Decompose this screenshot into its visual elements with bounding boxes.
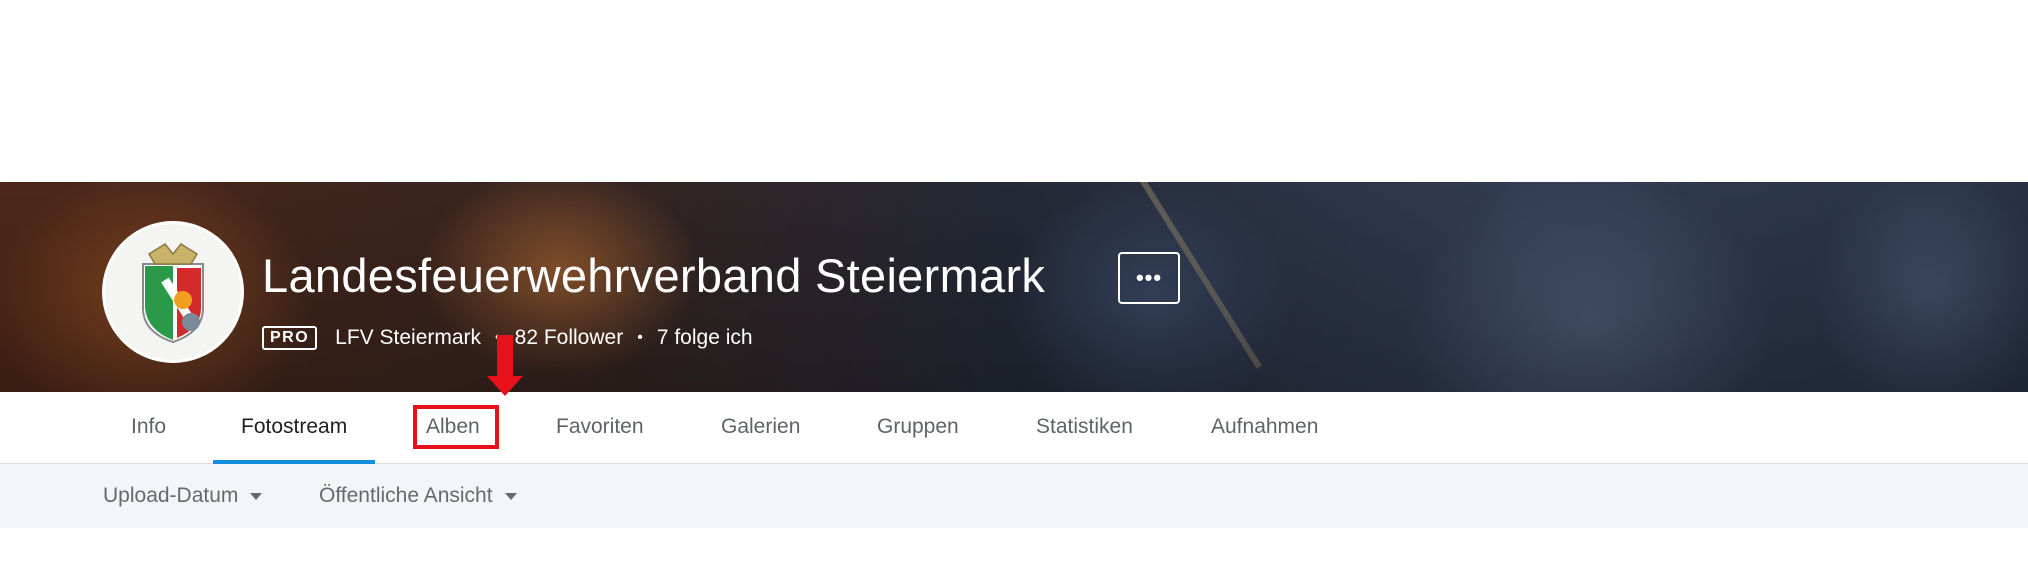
following-link[interactable]: 7 folge ich [657, 326, 753, 350]
username-link[interactable]: LFV Steiermark [335, 326, 481, 350]
followers-link[interactable]: 82 Follower [515, 326, 624, 350]
tab-fotostream[interactable]: Fotostream [213, 392, 376, 464]
profile-title: Landesfeuerwehrverband Steiermark [262, 249, 1046, 302]
filter-bar: Upload-Datum Öffentliche Ansicht [0, 464, 2028, 528]
arrow-down-icon [497, 335, 513, 377]
caret-down-icon [504, 492, 517, 500]
tab-gruppen[interactable]: Gruppen [877, 392, 959, 464]
tab-aufnahmen[interactable]: Aufnahmen [1211, 392, 1318, 464]
tab-favoriten[interactable]: Favoriten [556, 392, 644, 464]
more-horizontal-icon: ••• [1135, 265, 1163, 290]
annotation-highlight-box [413, 405, 499, 449]
arrow-down-icon-head [487, 376, 523, 396]
view-dropdown-label: Öffentliche Ansicht [319, 484, 493, 507]
view-dropdown[interactable]: Öffentliche Ansicht [319, 464, 517, 528]
pro-badge: PRO [262, 326, 318, 350]
caret-down-icon [250, 492, 263, 500]
meta-separator: • [637, 329, 643, 346]
sort-dropdown[interactable]: Upload-Datum [103, 464, 263, 528]
more-options-button[interactable]: ••• [1118, 252, 1180, 304]
avatar[interactable] [102, 221, 244, 363]
tab-galerien[interactable]: Galerien [721, 392, 800, 464]
lfv-logo-icon [105, 224, 241, 360]
tab-info[interactable]: Info [131, 392, 166, 464]
sort-dropdown-label: Upload-Datum [103, 484, 239, 507]
profile-tabs: Info Fotostream Alben Favoriten Galerien… [0, 392, 2028, 464]
tab-statistiken[interactable]: Statistiken [1036, 392, 1133, 464]
